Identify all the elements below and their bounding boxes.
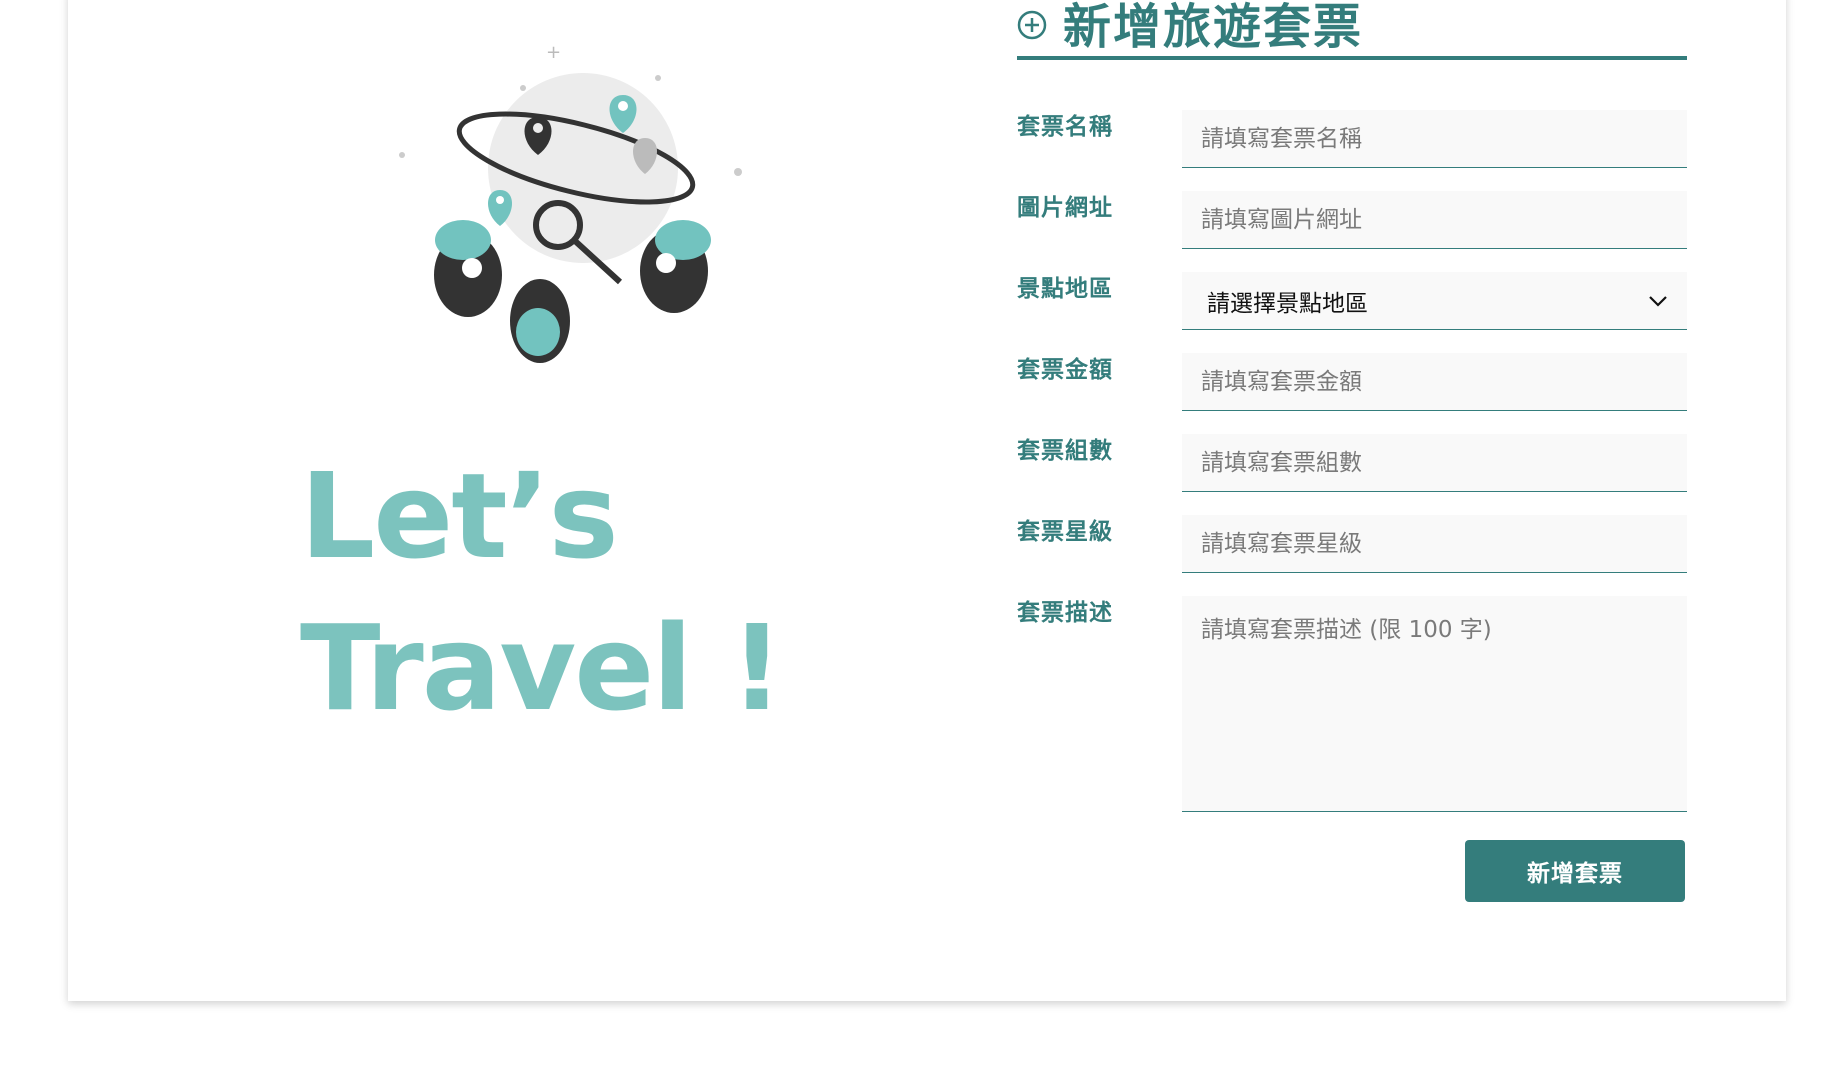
slogan-line-2: Travel ! — [300, 599, 784, 737]
form-title: 新增旅遊套票 — [1017, 0, 1687, 60]
rating-input[interactable] — [1182, 515, 1687, 573]
plus-circle-icon — [1017, 10, 1047, 40]
travel-illustration: + — [399, 42, 742, 363]
slogan: Let’s Travel ! — [300, 440, 784, 744]
description-textarea[interactable] — [1182, 596, 1687, 812]
ticket-name-input[interactable] — [1182, 110, 1687, 168]
svg-text:+: + — [546, 42, 561, 63]
region-selected-value: 請選擇景點地區 — [1207, 290, 1368, 317]
page-title: 新增旅遊套票 — [1063, 0, 1364, 55]
price-input[interactable] — [1182, 353, 1687, 411]
group-count-label: 套票組數 — [1017, 438, 1113, 464]
group-count-input[interactable] — [1182, 434, 1687, 492]
region-label: 景點地區 — [1017, 276, 1113, 302]
description-label: 套票描述 — [1017, 600, 1113, 626]
region-select[interactable]: 請選擇景點地區 — [1182, 272, 1687, 330]
add-ticket-button[interactable]: 新增套票 — [1465, 840, 1685, 902]
ticket-name-label: 套票名稱 — [1017, 114, 1113, 140]
price-label: 套票金額 — [1017, 357, 1113, 383]
image-url-input[interactable] — [1182, 191, 1687, 249]
slogan-line-1: Let’s — [300, 447, 619, 585]
rating-label: 套票星級 — [1017, 519, 1113, 545]
form-card: + Let’s Travel ! 新增旅遊套票 套票名稱 圖片網址 景點地區 請… — [68, 0, 1786, 1001]
chevron-down-icon — [1649, 295, 1667, 307]
image-url-label: 圖片網址 — [1017, 195, 1113, 221]
